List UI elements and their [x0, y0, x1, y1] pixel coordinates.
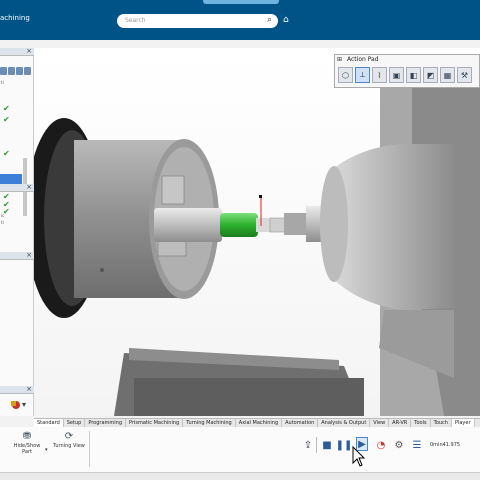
toolpath-point: [259, 195, 262, 198]
tailstock-face: [320, 166, 348, 282]
action-pad-title: Action Pad: [347, 56, 379, 63]
chevron-down-icon[interactable]: ▾: [45, 447, 48, 453]
panel-text: ic: [1, 213, 5, 218]
tool-probe-icon[interactable]: ⌇: [372, 67, 387, 83]
component-tool-icon[interactable]: [8, 398, 30, 412]
panel-header: ×: [0, 251, 34, 260]
close-icon[interactable]: ×: [26, 47, 32, 55]
hide-show-part-button[interactable]: ⛃ Hide/Show Part: [10, 431, 44, 455]
action-pad-tools: ⬡ ⟂ ⌇ ▣ ◧ ◩ ▦ ⚒: [338, 67, 472, 83]
machined-section: [220, 213, 258, 237]
tool-icon[interactable]: [8, 67, 15, 75]
close-icon[interactable]: ×: [26, 183, 32, 191]
tool-select-icon[interactable]: ⬡: [338, 67, 353, 83]
ribbon-divider: [89, 431, 90, 467]
settings-icon[interactable]: ⚙: [393, 438, 405, 452]
left-panel: × ti ✔ ✔ ✔ ✔ ✔ ✔ × ic ti × ×: [0, 47, 34, 416]
bed-front: [134, 378, 364, 416]
3d-viewport[interactable]: [34, 48, 480, 416]
mouse-cursor-icon: [352, 446, 366, 467]
panel-text: ti: [1, 220, 4, 225]
bottom-strip: [0, 473, 480, 480]
check-icon: ✔: [3, 104, 10, 113]
turning-view-icon: ⟳: [64, 431, 74, 442]
pause-icon[interactable]: ❚❚: [336, 438, 353, 452]
action-pad: ⊞ Action Pad ⬡ ⟂ ⌇ ▣ ◧ ◩ ▦ ⚒: [334, 54, 480, 88]
app-title: achining: [0, 14, 30, 22]
list-icon[interactable]: ☰: [411, 438, 423, 452]
ribbon: ⛃ Hide/Show Part ▾ ⟳ Turning View: [0, 427, 480, 473]
stop-icon[interactable]: ■: [321, 438, 333, 452]
hide-show-part-label: Hide/Show Part: [13, 443, 41, 455]
tree-item-selected[interactable]: [0, 174, 22, 184]
workpiece-tip: [256, 218, 270, 232]
check-icon: ✔: [3, 115, 10, 124]
export-icon[interactable]: ⇪: [302, 438, 314, 452]
top-bar-tab-indicator[interactable]: [203, 0, 279, 4]
panel-header: ×: [0, 47, 34, 56]
chuck-jaw-top: [161, 175, 185, 205]
chuck-bolt: [100, 268, 104, 272]
tool-part-icon[interactable]: ▣: [389, 67, 404, 83]
tool-icon[interactable]: [16, 67, 23, 75]
tree-text: ti: [1, 80, 4, 85]
panel-header: ×: [0, 183, 34, 192]
top-bar: achining Search ⌕ ⌂: [0, 0, 480, 40]
tool-icon[interactable]: [0, 67, 7, 75]
tool-icon[interactable]: [24, 67, 31, 75]
tool-fixture-icon[interactable]: ◩: [423, 67, 438, 83]
tool-machine-icon[interactable]: ▦: [440, 67, 455, 83]
hide-show-icon: ⛃: [22, 431, 32, 442]
panel-toolbar: [0, 67, 34, 77]
close-icon[interactable]: ×: [26, 385, 32, 393]
tool-stock-icon[interactable]: ◧: [406, 67, 421, 83]
speed-icon[interactable]: ◔: [375, 438, 387, 452]
action-pad-icon: ⊞: [337, 56, 343, 63]
machine-scene: [34, 88, 480, 416]
simulation-time-readout: 0min41.975: [430, 442, 461, 448]
panel-header: ×: [0, 385, 34, 394]
tool-measure-icon[interactable]: ⟂: [355, 67, 370, 83]
turning-view-label: Turning View: [53, 443, 85, 449]
turning-view-button[interactable]: ⟳ Turning View: [52, 431, 86, 449]
search-input[interactable]: Search: [125, 17, 146, 24]
ribbon-tabs: Standard Setup Programming Prismatic Mac…: [34, 418, 480, 428]
search-box[interactable]: Search ⌕: [117, 14, 278, 28]
tailstock-head: [334, 144, 454, 310]
search-icon[interactable]: ⌕: [267, 15, 272, 25]
quill-collar: [284, 213, 308, 235]
player-divider: [316, 437, 317, 453]
check-icon: ✔: [3, 149, 10, 158]
tag-icon[interactable]: ⌂: [283, 15, 289, 25]
close-icon[interactable]: ×: [26, 251, 32, 259]
workpiece-stock: [154, 208, 222, 242]
tool-cutter-icon[interactable]: ⚒: [457, 67, 472, 83]
